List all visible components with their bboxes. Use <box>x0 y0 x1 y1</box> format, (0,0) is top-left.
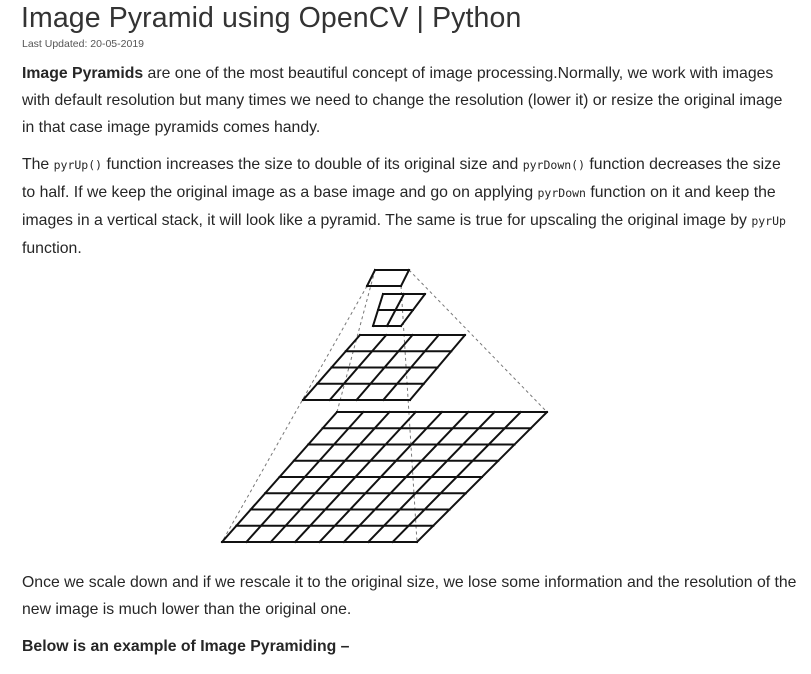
intro-bold-term: Image Pyramids <box>22 65 144 82</box>
functions-text-2: function increases the size to double of… <box>102 156 523 173</box>
intro-paragraph: Image Pyramids are one of the most beaut… <box>22 60 797 141</box>
last-updated-date: Last Updated: 20-05-2019 <box>22 38 145 50</box>
image-pyramid-diagram-icon <box>220 268 549 544</box>
functions-text-5: function. <box>22 240 82 257</box>
pyrdown-code: pyrDown() <box>522 158 586 172</box>
pyramid-grid-line <box>399 268 411 288</box>
pyramid-guide-line <box>408 269 548 413</box>
pyrup-code-inline: pyrUp <box>751 214 786 228</box>
page-title: Image Pyramid using OpenCV | Python <box>21 2 522 34</box>
example-heading: Below is an example of Image Pyramiding … <box>22 638 350 655</box>
scaling-note-paragraph: Once we scale down and if we rescale it … <box>22 574 797 618</box>
pyrdown-code-inline: pyrDown <box>537 186 586 200</box>
functions-paragraph: The pyrUp() function increases the size … <box>22 151 797 262</box>
functions-text-1: The <box>22 156 54 173</box>
pyramid-guide-line <box>221 285 368 543</box>
pyrup-code: pyrUp() <box>53 158 103 172</box>
